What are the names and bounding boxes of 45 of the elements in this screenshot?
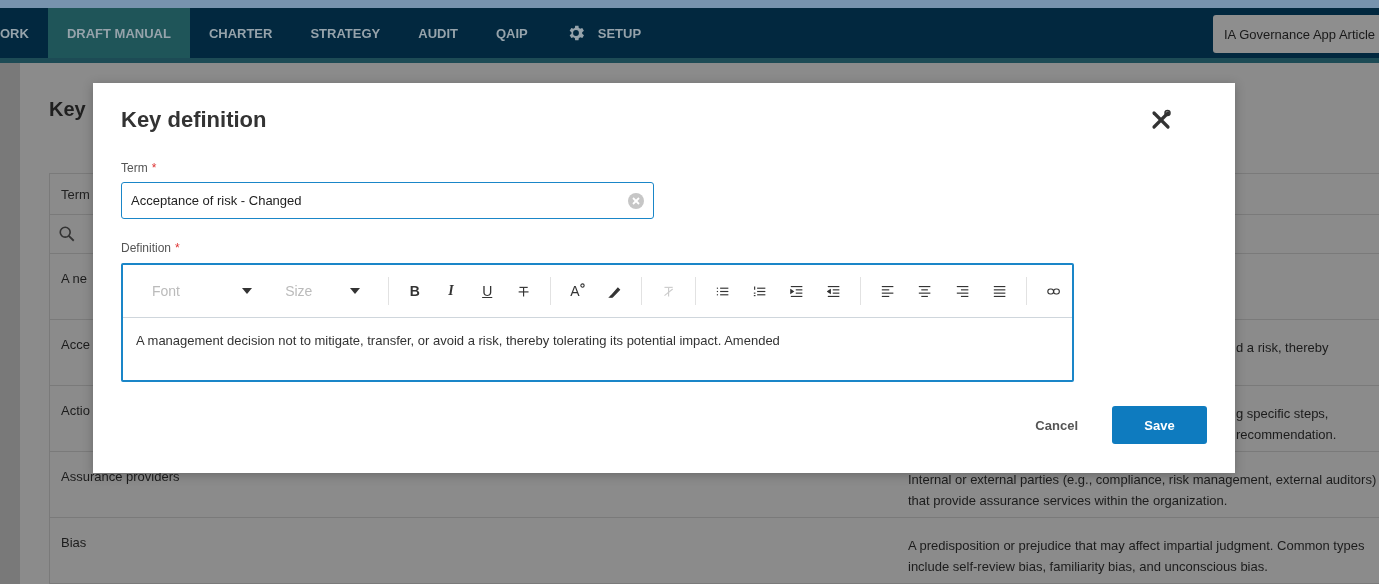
bold-button[interactable]: B [404,283,425,299]
column-header: Term [61,186,90,202]
caret-icon [349,288,360,294]
app-button[interactable]: IA Governance App Article [1213,15,1379,53]
table-cell-text: include self-review bias, familiarity bias, and unconscious bias. [908,558,1269,576]
table-cell-text: that provide assurance services within the organization. [908,492,1229,510]
circle-icon [579,283,585,288]
editor-text[interactable]: A management decision not to mitigate, transfer, or avoid a risk, thereby tolerating its potential impact. Amended [123,318,1072,363]
cancel-button[interactable]: Cancel [1029,416,1084,434]
table-cell-text: g specific steps, [1236,405,1330,423]
required-mark: * [151,161,157,175]
nav-tab[interactable]: CHARTER [189,8,292,58]
nav-tab[interactable]: SETUP [546,8,661,58]
table-cell: Acce [61,337,90,352]
page-title: Key [49,98,86,122]
nav-tab[interactable]: STRATEGY [291,8,400,58]
align-left-icon[interactable] [881,283,895,299]
justify-icon[interactable] [992,283,1006,299]
nav-tab[interactable]: AUDIT [399,8,477,58]
table-cell: Actio [61,403,90,418]
field-label: Term [121,161,148,175]
search-icon[interactable] [58,225,76,243]
align-center-icon[interactable] [918,283,932,299]
indent-icon[interactable] [790,283,804,299]
caret-icon [242,288,253,294]
term-input[interactable]: Acceptance of risk - Changed [121,182,654,219]
nav-tab[interactable]: QAIP [477,8,547,58]
field-label: Definition [121,241,172,255]
font-color-button[interactable]: A [567,283,588,299]
table-cell-text: A predisposition or prejudice that may affect impartial judgment. Common types [908,537,1365,555]
table-cell-text: d a risk, thereby [1236,339,1329,357]
underline-button[interactable]: U [477,283,498,299]
outdent-icon[interactable] [827,283,841,299]
table-cell-text: recommendation. [1236,426,1337,444]
nav-tab[interactable]: ORK [0,8,48,58]
table-cell: A ne [61,271,88,286]
save-button[interactable]: Save [1112,406,1207,444]
table-cell: Assurance providers [61,469,180,484]
align-right-icon[interactable] [955,283,969,299]
nav-tab[interactable]: DRAFT MANUAL [47,8,190,58]
dialog-title: Key definition [121,107,267,133]
italic-button[interactable]: I [440,283,462,299]
table-cell-text: Internal or external parties (e.g., compliance, risk management, external auditors) [908,471,1377,489]
table-cell: Bias [61,535,87,550]
required-mark: * [175,241,180,255]
